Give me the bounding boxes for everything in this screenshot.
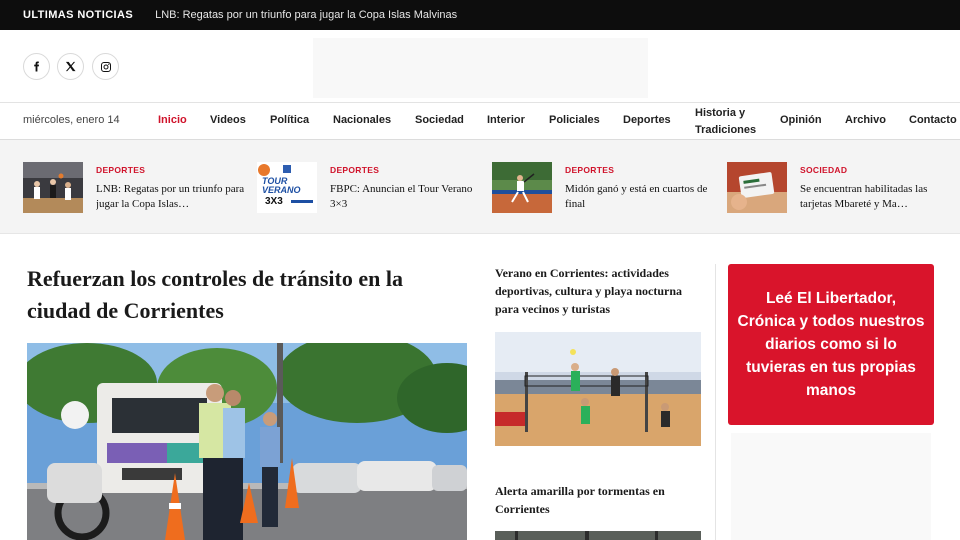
featured-title[interactable]: Se encuentran habilitadas las tarjetas M… — [800, 182, 952, 212]
featured-title[interactable]: LNB: Regatas por un triunfo para jugar l… — [96, 182, 248, 212]
column-divider — [715, 264, 716, 540]
tour-verano-thumbnail[interactable]: TOUR VERANO 3X3 — [257, 162, 317, 213]
header-ad-placeholder — [313, 38, 648, 98]
featured-title[interactable]: FBPC: Anuncian el Tour Verano 3×3 — [330, 182, 482, 212]
main-nav: miércoles, enero 14 Inicio Videos Políti… — [0, 103, 960, 140]
nav-item-interior[interactable]: Interior — [487, 114, 525, 126]
beach-volley-image[interactable] — [495, 332, 701, 446]
nav-item-videos[interactable]: Videos — [210, 114, 246, 126]
nav-item-opinion[interactable]: Opinión — [780, 114, 822, 126]
nav-item-historia-line1: Historia y — [695, 107, 746, 119]
nav-item-sociedad[interactable]: Sociedad — [415, 114, 464, 126]
featured-card[interactable]: SOCIEDAD Se encuentran habilitadas las t… — [727, 162, 952, 214]
nav-item-deportes[interactable]: Deportes — [623, 114, 671, 126]
storm-image[interactable] — [495, 529, 701, 540]
facebook-icon[interactable] — [23, 53, 50, 80]
featured-card[interactable]: DEPORTES LNB: Regatas por un triunfo par… — [23, 162, 248, 214]
article-title[interactable]: Verano en Corrientes: actividades deport… — [495, 264, 707, 318]
nav-item-politica[interactable]: Política — [270, 114, 309, 126]
ticker-label: ULTIMAS NOTICIAS — [23, 9, 134, 21]
lead-article-title[interactable]: Refuerzan los controles de tránsito en l… — [27, 263, 457, 327]
featured-news-strip: DEPORTES LNB: Regatas por un triunfo par… — [0, 140, 960, 234]
breaking-news-ticker: ULTIMAS NOTICIAS LNB: Regatas por un tri… — [0, 0, 960, 30]
nav-item-nacionales[interactable]: Nacionales — [333, 114, 391, 126]
nav-item-contacto[interactable]: Contacto — [909, 114, 957, 126]
nav-item-policiales[interactable]: Policiales — [549, 114, 600, 126]
basketball-thumbnail[interactable] — [23, 162, 83, 213]
lead-article-image[interactable] — [27, 343, 467, 540]
featured-title[interactable]: Midón ganó y está en cuartos de final — [565, 182, 717, 212]
featured-card[interactable]: DEPORTES Midón ganó y está en cuartos de… — [492, 162, 717, 214]
instagram-icon[interactable] — [92, 53, 119, 80]
subscription-promo-banner[interactable]: Leé El Libertador, Crónica y todos nuest… — [728, 264, 934, 425]
featured-category[interactable]: SOCIEDAD — [800, 165, 847, 175]
featured-category[interactable]: DEPORTES — [96, 165, 145, 175]
site-header — [0, 30, 960, 103]
sidebar-ad-placeholder — [731, 433, 931, 540]
promo-text[interactable]: Leé El Libertador, Crónica y todos nuest… — [736, 287, 926, 402]
nav-item-inicio[interactable]: Inicio — [158, 114, 187, 126]
tennis-thumbnail[interactable] — [492, 162, 552, 213]
ticker-headline-link[interactable]: LNB: Regatas por un triunfo para jugar l… — [155, 9, 457, 21]
nav-item-historia-y-tradiciones[interactable]: Historia y Tradiciones — [695, 105, 756, 139]
x-twitter-icon[interactable] — [57, 53, 84, 80]
tour-line2: VERANO — [262, 185, 301, 195]
featured-category[interactable]: DEPORTES — [330, 165, 379, 175]
tarjeta-thumbnail[interactable] — [727, 162, 787, 213]
featured-card[interactable]: TOUR VERANO 3X3 DEPORTES FBPC: Anuncian … — [257, 162, 482, 214]
article-title[interactable]: Alerta amarilla por tormentas en Corrien… — [495, 482, 707, 518]
tour-line3: 3X3 — [265, 196, 283, 207]
nav-item-archivo[interactable]: Archivo — [845, 114, 886, 126]
current-date: miércoles, enero 14 — [23, 114, 120, 126]
featured-category[interactable]: DEPORTES — [565, 165, 614, 175]
nav-item-historia-line2: Tradiciones — [695, 124, 757, 136]
